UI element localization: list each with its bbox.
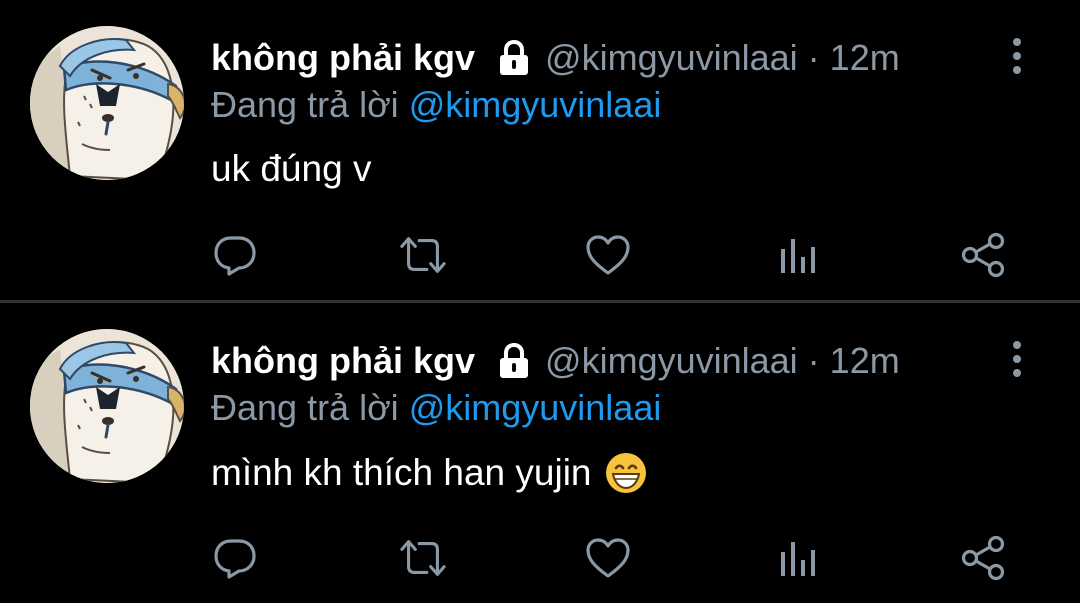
timestamp[interactable]: 12m [830,340,900,382]
reply-prefix: Đang trả lời [211,387,399,428]
views-icon[interactable] [772,533,822,583]
tweet-text-content: mình kh thích han yujin [211,452,592,493]
share-icon[interactable] [958,533,1008,583]
separator-dot: · [807,37,820,78]
like-icon[interactable] [583,230,633,280]
avatar[interactable] [30,26,184,180]
lock-icon [497,342,531,380]
tweet[interactable]: không phải kgv @kimgyuvinlaai · 12m Đang… [0,0,1080,300]
timestamp[interactable]: 12m [830,37,900,79]
like-icon[interactable] [583,533,633,583]
replying-to: Đang trả lời @kimgyuvinlaai [211,387,661,429]
replying-to: Đang trả lời @kimgyuvinlaai [211,84,661,126]
grinning-face-emoji-icon [604,451,648,495]
display-name[interactable]: không phải kgv [211,37,475,79]
handle[interactable]: @kimgyuvinlaai [545,340,798,382]
share-icon[interactable] [958,230,1008,280]
handle[interactable]: @kimgyuvinlaai [545,37,798,79]
reply-handle-link[interactable]: @kimgyuvinlaai [409,387,662,428]
tweet-text: uk đúng v [211,148,371,190]
more-icon[interactable] [1004,36,1030,76]
views-icon[interactable] [772,230,822,280]
action-bar [0,230,1080,286]
tweet-header: không phải kgv @kimgyuvinlaai · 12m [211,34,900,82]
tweet-text: mình kh thích han yujin [211,451,648,495]
avatar[interactable] [30,329,184,483]
tweet[interactable]: không phải kgv @kimgyuvinlaai · 12m Đang… [0,303,1080,603]
reply-icon[interactable] [210,230,260,280]
reply-icon[interactable] [210,533,260,583]
reply-handle-link[interactable]: @kimgyuvinlaai [409,84,662,125]
retweet-icon[interactable] [398,230,448,280]
lock-icon [497,39,531,77]
separator-dot: · [807,340,820,381]
display-name[interactable]: không phải kgv [211,340,475,382]
action-bar [0,533,1080,589]
tweet-header: không phải kgv @kimgyuvinlaai · 12m [211,337,900,385]
more-icon[interactable] [1004,339,1030,379]
reply-prefix: Đang trả lời [211,84,399,125]
retweet-icon[interactable] [398,533,448,583]
tweet-text-content: uk đúng v [211,148,372,189]
